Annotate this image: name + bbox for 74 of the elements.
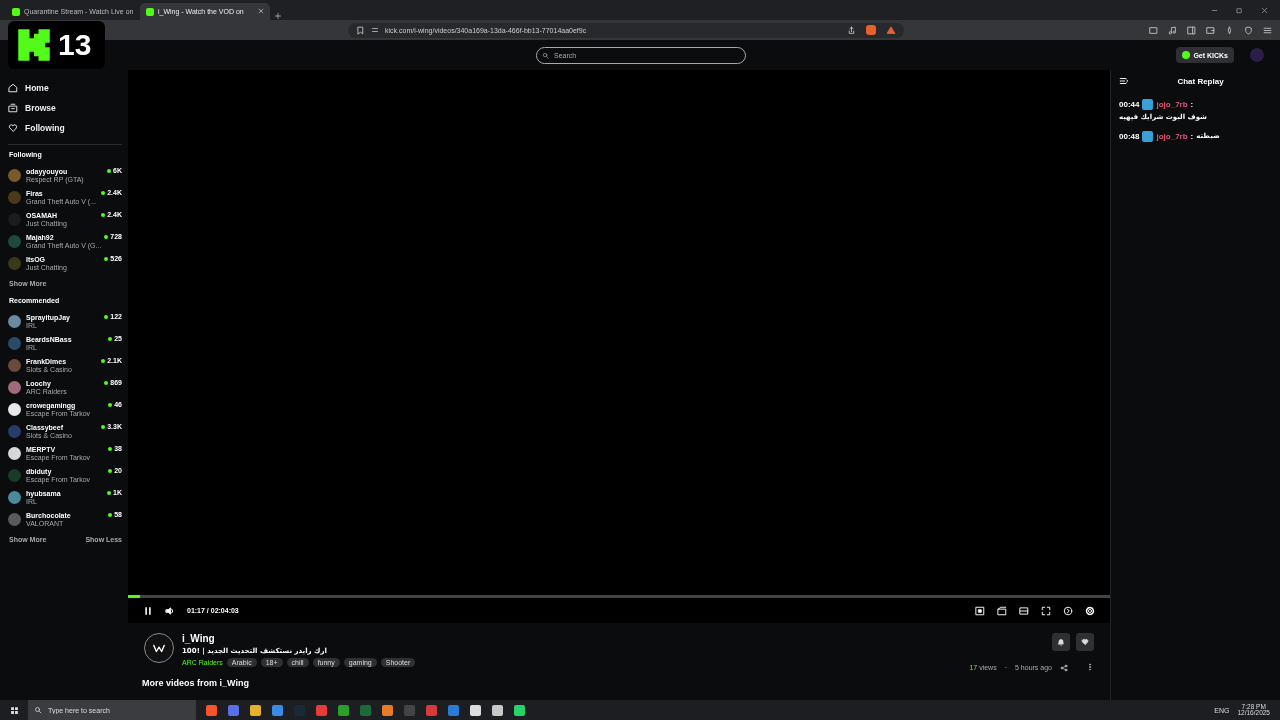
- menu-icon: [1263, 25, 1272, 35]
- moderator-badge: [1142, 131, 1154, 142]
- timestamp: 00:44: [1119, 99, 1140, 111]
- sidebar-icon: [1187, 25, 1196, 35]
- windows-icon: [9, 705, 19, 715]
- theater-icon: [1019, 605, 1029, 616]
- timestamp: 00:48: [1119, 131, 1140, 143]
- live-dot: [104, 234, 109, 239]
- nav-link[interactable]: Following: [25, 123, 65, 133]
- live-dot: [101, 212, 106, 217]
- close-icon: [258, 8, 264, 14]
- app-icon[interactable]: [470, 704, 481, 716]
- miniplayer-icon: [975, 605, 985, 616]
- live-dot: [107, 490, 112, 495]
- app-icon[interactable]: [250, 704, 261, 716]
- music-icon: [1168, 25, 1177, 35]
- live-dot: [108, 446, 113, 451]
- plus-icon: [274, 12, 282, 20]
- section-heading: More videos from i_Wing: [141, 677, 250, 688]
- live-dot: [108, 512, 113, 517]
- live-dot: [104, 256, 109, 261]
- bookmark-icon: [356, 25, 365, 35]
- share-icon: [1060, 663, 1068, 672]
- tv-icon: [8, 103, 18, 113]
- follow-button[interactable]: [1076, 633, 1094, 651]
- speed-icon: [1063, 605, 1073, 616]
- triangle-icon: [886, 25, 896, 35]
- logo-number: 13: [58, 28, 92, 62]
- channel-avatar[interactable]: [144, 633, 174, 663]
- live-dot: [104, 380, 109, 385]
- channel-name[interactable]: i_Wing: [182, 633, 962, 644]
- k-logo-icon: [16, 27, 52, 63]
- live-dot: [101, 358, 106, 363]
- separator-text: :: [1190, 131, 1194, 143]
- live-dot: [108, 468, 113, 473]
- avatar[interactable]: [8, 446, 21, 460]
- avatar[interactable]: [8, 402, 21, 416]
- fullscreen-icon: [1041, 605, 1051, 616]
- nav-link[interactable]: Home: [25, 83, 49, 93]
- moderator-badge: [1142, 99, 1154, 110]
- bell-icon: [1057, 638, 1065, 646]
- clip-icon: [997, 605, 1007, 616]
- chat-username[interactable]: jojo_7rb: [1156, 130, 1188, 143]
- wallet-icon: [1206, 25, 1215, 35]
- site-settings-icon: [371, 26, 379, 34]
- live-dot: [101, 424, 106, 429]
- close-icon: [1261, 6, 1268, 14]
- live-dot: [104, 314, 109, 319]
- home-icon: [8, 83, 18, 93]
- app-icon[interactable]: [206, 704, 217, 716]
- live-dot: [107, 168, 112, 173]
- search-icon: [542, 51, 549, 59]
- screenshot-icon: [1149, 25, 1158, 35]
- pause-icon: [143, 605, 153, 616]
- live-dot: [101, 190, 106, 195]
- app-icon[interactable]: [514, 704, 525, 716]
- chat-title: Chat Replay: [1176, 76, 1225, 86]
- volume-icon: [165, 605, 175, 616]
- heart-icon: [1081, 638, 1089, 646]
- app-icon[interactable]: [382, 704, 393, 716]
- restore-icon: [1236, 6, 1243, 14]
- notification-button[interactable]: [1052, 633, 1070, 651]
- separator-text: :: [1190, 99, 1194, 111]
- chat-username[interactable]: jojo_7rb: [1156, 98, 1188, 111]
- collapse-icon: [1119, 76, 1129, 86]
- live-dot: [108, 402, 113, 407]
- share-icon: [847, 25, 856, 35]
- sparkle-icon: [1225, 25, 1234, 35]
- heart-icon: [8, 123, 18, 133]
- nav-link[interactable]: Browse: [25, 103, 56, 113]
- live-dot: [108, 336, 113, 341]
- settings-icon: [1085, 605, 1095, 616]
- more-icon: [1086, 663, 1094, 671]
- app-icon[interactable]: [492, 704, 503, 716]
